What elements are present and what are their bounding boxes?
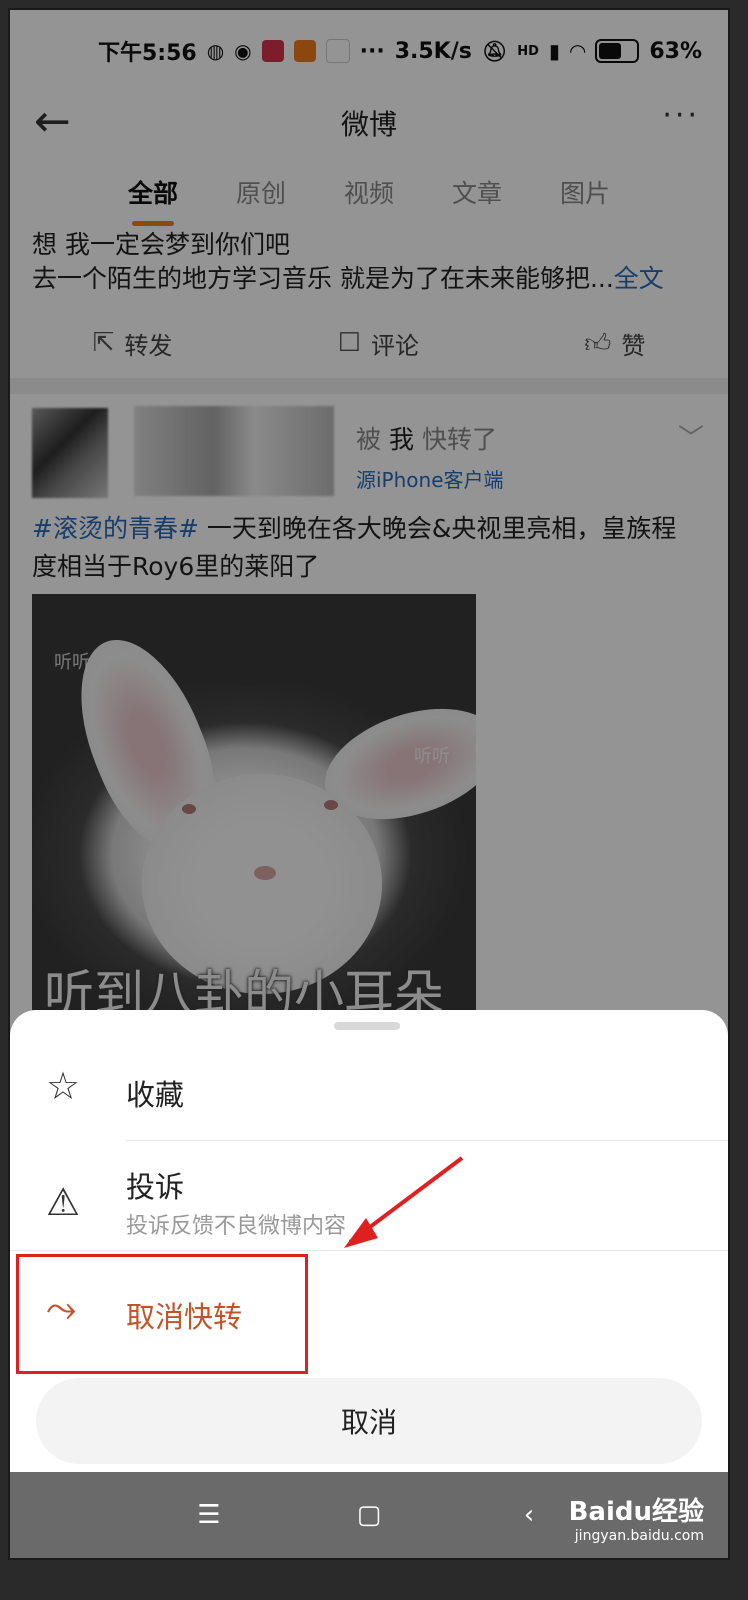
phone-screen: 下午5:56 ◍ ◉ ··· 3.5K/s 🔕︎ HD ▮ ◠ 63% ← 微博… (8, 8, 730, 1560)
favorite-option[interactable]: ☆ 收藏 (10, 1034, 728, 1144)
action-sheet: ☆ 收藏 ⚠ 投诉 投诉反馈不良微博内容 ⤳ 取消快转 取消 (10, 1010, 728, 1472)
favorite-label: 收藏 (126, 1078, 185, 1112)
sheet-divider (126, 1140, 728, 1141)
highlight-box (16, 1254, 308, 1374)
star-icon: ☆ (46, 1064, 81, 1108)
watermark-main: Baidu经验 (568, 1497, 704, 1527)
report-option[interactable]: ⚠ 投诉 投诉反馈不良微博内容 (10, 1142, 728, 1252)
back-icon[interactable]: ‹ (509, 1500, 549, 1530)
warning-icon: ⚠ (46, 1180, 81, 1224)
home-icon[interactable]: ▢ (349, 1500, 389, 1530)
report-sublabel: 投诉反馈不良微博内容 (126, 1214, 347, 1239)
watermark-sub: jingyan.baidu.com (574, 1528, 704, 1544)
cancel-button[interactable]: 取消 (36, 1378, 702, 1464)
menu-icon[interactable]: ☰ (189, 1500, 229, 1530)
report-label: 投诉 (126, 1170, 185, 1204)
sheet-divider (10, 1250, 728, 1251)
baidu-watermark: Baidu经验 jingyan.baidu.com (569, 1491, 704, 1544)
sheet-grabber[interactable] (334, 1022, 400, 1030)
